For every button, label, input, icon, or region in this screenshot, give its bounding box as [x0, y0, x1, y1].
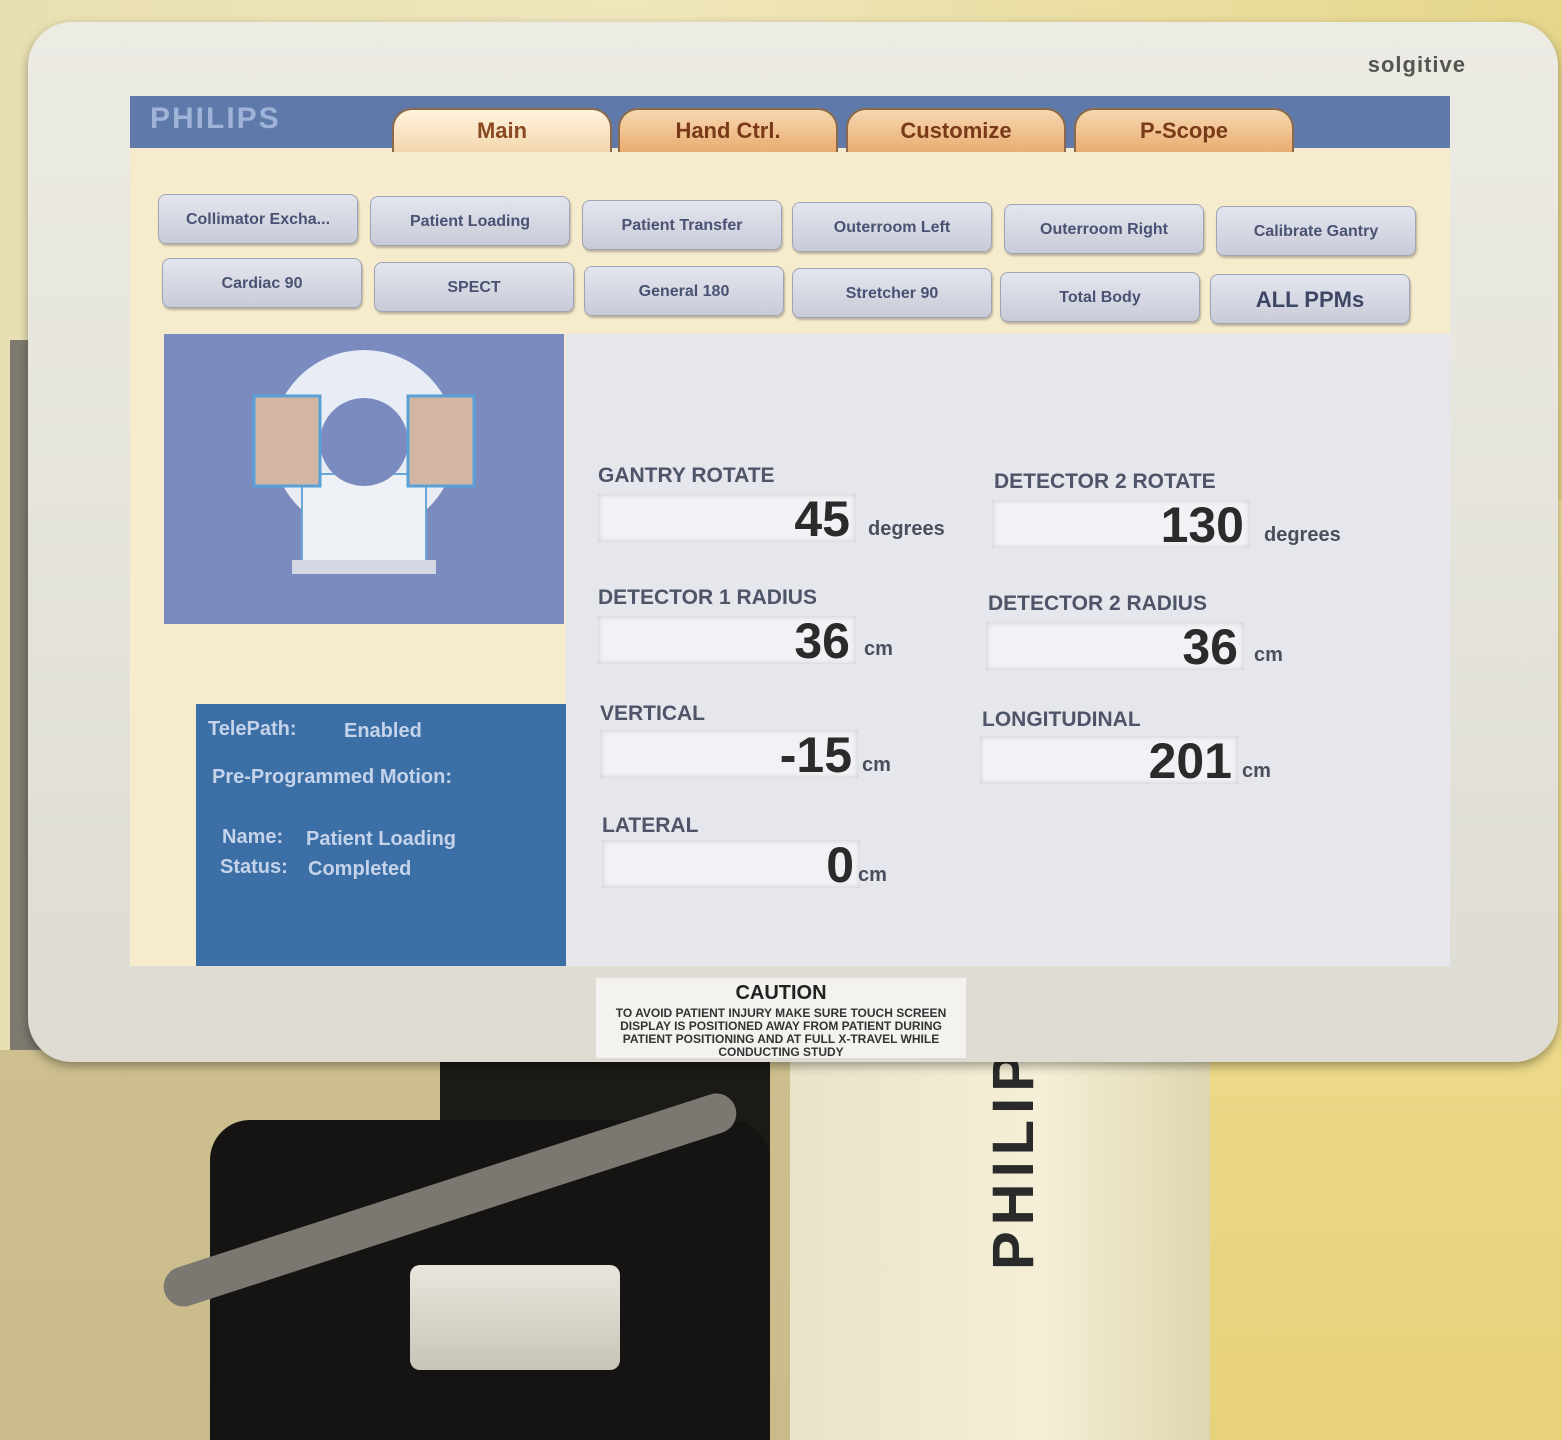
- gantry-rotate-unit: degrees: [868, 518, 945, 540]
- ppm-name-value: Patient Loading: [306, 828, 456, 850]
- telepath-value: Enabled: [344, 720, 422, 742]
- touch-screen: PHILIPS Main Hand Ctrl. Customize P-Scop…: [130, 96, 1450, 966]
- caution-label: CAUTION TO AVOID PATIENT INJURY MAKE SUR…: [596, 978, 966, 1059]
- ppm-patient-transfer-button[interactable]: Patient Transfer: [582, 200, 782, 250]
- ppm-total-body-button[interactable]: Total Body: [1000, 272, 1200, 322]
- caution-text: TO AVOID PATIENT INJURY MAKE SURE TOUCH …: [615, 1006, 947, 1059]
- detector2-radius-label: DETECTOR 2 RADIUS: [988, 592, 1207, 615]
- gantry-diagram-panel: [164, 334, 564, 624]
- detector2-radius-unit: cm: [1254, 644, 1283, 666]
- detector2-rotate-unit: degrees: [1264, 524, 1341, 546]
- ppm-name-label: Name:: [222, 826, 284, 848]
- ppm-status-value: Completed: [308, 858, 412, 880]
- lateral-field: 0: [602, 837, 860, 893]
- vertical-field: -15: [600, 727, 858, 783]
- table-base: [292, 560, 436, 574]
- detector2-radius-field: 36: [986, 619, 1244, 675]
- lateral-unit: cm: [858, 864, 887, 886]
- lateral-label: LATERAL: [602, 814, 699, 837]
- ppm-general-180-button[interactable]: General 180: [584, 266, 784, 316]
- vertical-value: -15: [779, 727, 852, 783]
- detector2-rotate-label: DETECTOR 2 ROTATE: [994, 470, 1216, 493]
- tab-main[interactable]: Main: [392, 108, 612, 152]
- ppm-outerroom-right-button[interactable]: Outerroom Right: [1004, 204, 1204, 254]
- caution-title: CAUTION: [735, 982, 827, 1004]
- detector-2: [406, 394, 476, 488]
- tab-customize[interactable]: Customize: [846, 108, 1066, 152]
- ppm-all-ppms-button[interactable]: ALL PPMs: [1210, 274, 1410, 324]
- gantry-rotate-value: 45: [794, 491, 850, 547]
- ppm-label: Pre-Programmed Motion:: [212, 766, 453, 788]
- lateral-value: 0: [826, 837, 854, 893]
- ppm-stretcher-90-button[interactable]: Stretcher 90: [792, 268, 992, 318]
- philips-logo: PHILIPS: [150, 102, 281, 135]
- monitor-brand: solgitive: [1367, 52, 1466, 77]
- detector1-radius-field: 36: [598, 613, 856, 669]
- tab-p-scope[interactable]: P-Scope: [1074, 108, 1294, 152]
- longitudinal-field: 201: [980, 733, 1238, 789]
- scanner-brand-label: PHILIPS: [981, 1002, 1046, 1270]
- ppm-calibrate-gantry-button[interactable]: Calibrate Gantry: [1216, 206, 1416, 256]
- vertical-unit: cm: [862, 754, 891, 776]
- gantry-bore: [320, 398, 408, 486]
- ppm-outerroom-left-button[interactable]: Outerroom Left: [792, 202, 992, 252]
- ppm-patient-loading-button[interactable]: Patient Loading: [370, 196, 570, 246]
- gantry-diagram-icon: [252, 350, 476, 574]
- ppm-spect-button[interactable]: SPECT: [374, 262, 574, 312]
- status-panel: TelePath: Enabled Pre-Programmed Motion:…: [196, 704, 576, 966]
- detector1-radius-value: 36: [794, 613, 850, 669]
- detector-1: [252, 394, 322, 488]
- detector2-rotate-field: 130: [992, 497, 1250, 553]
- tab-hand-ctrl[interactable]: Hand Ctrl.: [618, 108, 838, 152]
- detector1-radius-unit: cm: [864, 638, 893, 660]
- position-readouts: GANTRY ROTATE 45 degrees DETECTOR 2 ROTA…: [566, 334, 1450, 966]
- telepath-label: TelePath:: [208, 718, 297, 740]
- ppm-collimator-exchange-button[interactable]: Collimator Excha...: [158, 194, 358, 244]
- gantry-rotate-label: GANTRY ROTATE: [598, 464, 775, 487]
- longitudinal-unit: cm: [1242, 760, 1271, 782]
- foot-pedal: [410, 1265, 620, 1370]
- longitudinal-label: LONGITUDINAL: [982, 708, 1141, 731]
- ppm-cardiac-90-button[interactable]: Cardiac 90: [162, 258, 362, 308]
- detector2-radius-value: 36: [1182, 619, 1238, 675]
- vertical-label: VERTICAL: [600, 702, 705, 725]
- detector1-radius-label: DETECTOR 1 RADIUS: [598, 586, 817, 609]
- ppm-status-label: Status:: [220, 856, 288, 878]
- longitudinal-value: 201: [1148, 733, 1232, 789]
- gantry-rotate-field: 45: [598, 491, 856, 547]
- detector2-rotate-value: 130: [1160, 497, 1244, 553]
